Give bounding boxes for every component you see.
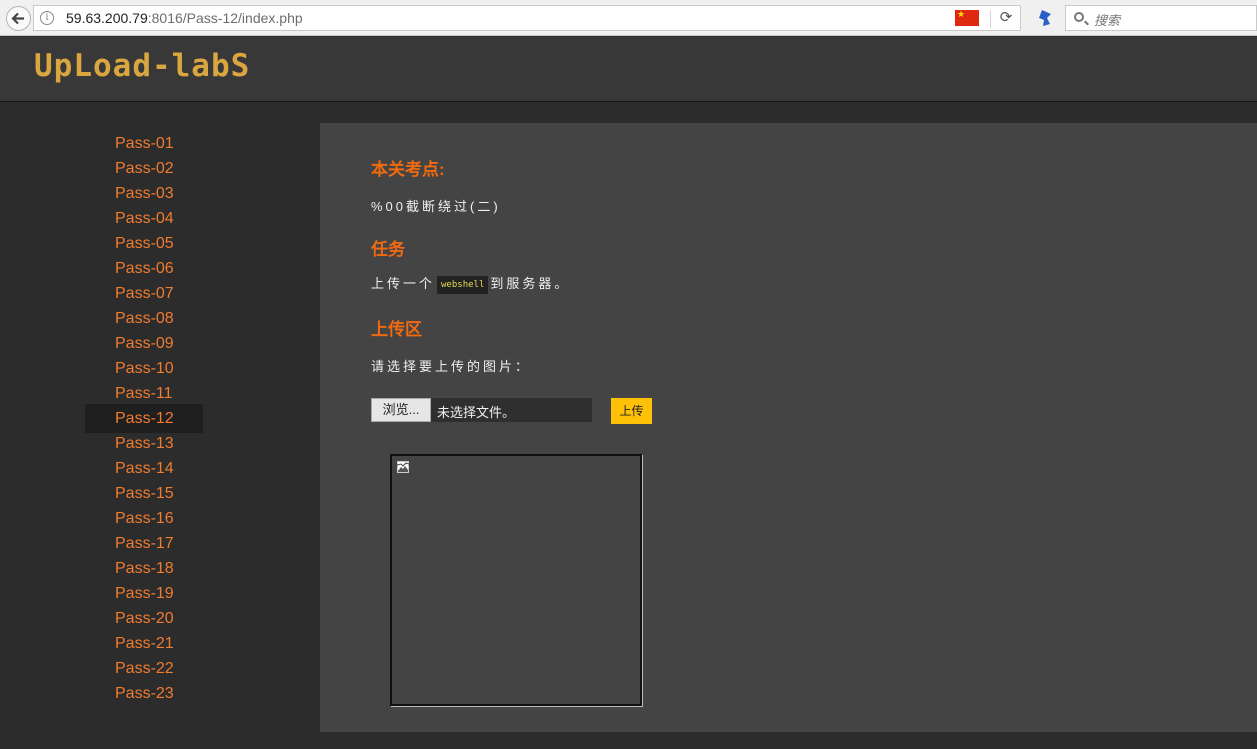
task-text-after: 到服务器。 [490, 276, 571, 291]
sidebar-item-pass-18[interactable]: Pass-18 [85, 556, 203, 581]
upload-heading: 上传区 [371, 320, 422, 339]
extension-icon[interactable] [1039, 10, 1051, 26]
file-input[interactable]: 浏览... 未选择文件。 [371, 398, 592, 422]
sidebar-item-pass-02[interactable]: Pass-02 [85, 156, 203, 181]
task-description: 上传一个 webshell 到服务器。 [371, 273, 570, 294]
info-icon[interactable]: i [40, 11, 54, 25]
upload-prompt: 请选择要上传的图片： [371, 359, 532, 374]
image-preview [390, 454, 642, 706]
point-heading: 本关考点: [371, 160, 445, 179]
sidebar-item-pass-19[interactable]: Pass-19 [85, 581, 203, 606]
sidebar-item-pass-03[interactable]: Pass-03 [85, 181, 203, 206]
search-input[interactable]: 搜索 [1065, 5, 1257, 31]
sidebar-item-pass-09[interactable]: Pass-09 [85, 331, 203, 356]
main-panel: 本关考点: %00截断绕过(二) 任务 上传一个 webshell 到服务器。 上传… [320, 123, 1257, 732]
divider [990, 10, 991, 28]
site-logo[interactable]: UpLoad-labS [34, 48, 250, 84]
address-bar[interactable]: i 59.63.200.79:8016/Pass-12/index.php ⟳ [33, 5, 1021, 31]
sidebar-item-pass-17[interactable]: Pass-17 [85, 531, 203, 556]
broken-image-icon [397, 461, 409, 473]
sidebar-item-pass-12[interactable]: Pass-12 [85, 404, 203, 433]
sidebar-item-pass-21[interactable]: Pass-21 [85, 631, 203, 656]
back-arrow-icon [11, 12, 24, 25]
point-description: %00截断绕过(二) [371, 199, 501, 214]
sidebar-nav: Pass-01 Pass-02 Pass-03 Pass-04 Pass-05 Pass-… [85, 131, 203, 706]
sidebar-item-pass-04[interactable]: Pass-04 [85, 206, 203, 231]
task-text-before: 上传一个 [371, 276, 436, 291]
back-button[interactable] [6, 6, 31, 31]
no-file-label: 未选择文件。 [437, 405, 516, 420]
sidebar-item-pass-10[interactable]: Pass-10 [85, 356, 203, 381]
search-icon [1074, 12, 1084, 22]
upload-button[interactable]: 上传 [611, 398, 652, 424]
sidebar-item-pass-11[interactable]: Pass-11 [85, 381, 203, 406]
sidebar-item-pass-06[interactable]: Pass-06 [85, 256, 203, 281]
sidebar-item-pass-16[interactable]: Pass-16 [85, 506, 203, 531]
browse-button[interactable]: 浏览... [371, 398, 431, 422]
url-text[interactable]: 59.63.200.79:8016/Pass-12/index.php [66, 10, 303, 26]
sidebar-item-pass-05[interactable]: Pass-05 [85, 231, 203, 256]
webshell-code: webshell [437, 275, 489, 294]
sidebar-item-pass-20[interactable]: Pass-20 [85, 606, 203, 631]
sidebar-item-pass-13[interactable]: Pass-13 [85, 431, 203, 456]
browser-toolbar: i 59.63.200.79:8016/Pass-12/index.php ⟳ … [0, 0, 1257, 36]
search-placeholder: 搜索 [1094, 13, 1121, 28]
sidebar-item-pass-23[interactable]: Pass-23 [85, 681, 203, 706]
site-header: UpLoad-labS [0, 37, 1257, 102]
china-flag-icon [955, 9, 979, 26]
sidebar-item-pass-01[interactable]: Pass-01 [85, 131, 203, 156]
sidebar-item-pass-22[interactable]: Pass-22 [85, 656, 203, 681]
sidebar-item-pass-07[interactable]: Pass-07 [85, 281, 203, 306]
reload-icon[interactable]: ⟳ [997, 8, 1015, 26]
task-heading: 任务 [371, 240, 405, 259]
sidebar-item-pass-08[interactable]: Pass-08 [85, 306, 203, 331]
sidebar-item-pass-14[interactable]: Pass-14 [85, 456, 203, 481]
sidebar-item-pass-15[interactable]: Pass-15 [85, 481, 203, 506]
